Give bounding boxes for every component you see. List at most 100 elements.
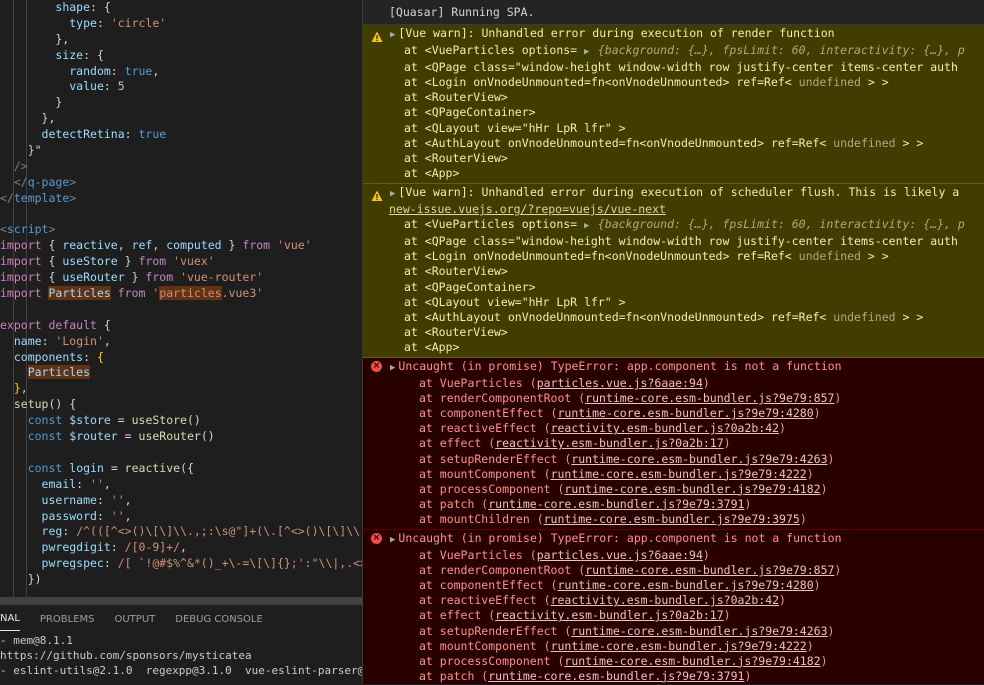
stack-frame: at renderComponentRoot (runtime-core.esm… [363, 563, 984, 578]
code-token: : [83, 349, 97, 364]
issue-link[interactable]: new-issue.vuejs.org/?repo=vuejs/vue-next [389, 202, 666, 216]
stack-frame: at <RouterView> [363, 90, 984, 105]
terminal-line: - eslint-utils@2.1.0 regexpp@3.1.0 vue-e… [0, 664, 398, 677]
source-link[interactable]: reactivity.esm-bundler.js?0a2b:17 [495, 436, 723, 450]
code-token: password [41, 508, 97, 523]
code-token: {background: {…}, fpsLimit: 60, interact… [597, 43, 965, 58]
stack-frame: at mountComponent (runtime-core.esm-bund… [363, 467, 984, 482]
horizontal-scrollbar[interactable] [0, 597, 362, 604]
expand-triangle-icon[interactable]: ▶ [390, 535, 395, 545]
code-token: 'vuex' [173, 254, 215, 269]
code-token: '' [90, 476, 104, 491]
source-link[interactable]: runtime-core.esm-bundler.js?9e79:4222 [551, 639, 807, 653]
tab-nal[interactable]: NAL [0, 607, 20, 631]
tab-problems[interactable]: PROBLEMS [40, 608, 95, 631]
source-link[interactable]: runtime-core.esm-bundler.js?9e79:4182 [564, 482, 820, 496]
source-link[interactable]: runtime-core.esm-bundler.js?9e79:4263 [571, 452, 827, 466]
code-token: = [117, 429, 139, 444]
source-link[interactable]: runtime-core.esm-bundler.js?9e79:3791 [488, 669, 744, 683]
code-token: : [41, 333, 56, 348]
stack-frame: at reactiveEffect (reactivity.esm-bundle… [363, 421, 984, 436]
error-text[interactable]: ▶ Uncaught (in promise) TypeError: app.co… [363, 531, 984, 548]
source-link[interactable]: runtime-core.esm-bundler.js?9e79:4263 [571, 624, 827, 638]
code-line: import { useRouter } from 'vue-router' [0, 270, 362, 286]
tab-debug-console[interactable]: DEBUG CONSOLE [175, 608, 263, 631]
code-token: : [96, 15, 111, 30]
code-line: import { useStore } from 'vuex' [0, 254, 362, 270]
source-link[interactable]: runtime-core.esm-bundler.js?9e79:4182 [564, 654, 820, 668]
code-token: particles [159, 286, 222, 301]
code-line: components: { [0, 350, 362, 366]
code-editor[interactable]: shape: { type: 'circle' }, size: { rando… [0, 0, 362, 604]
source-link[interactable]: runtime-core.esm-bundler.js?9e79:4280 [557, 578, 813, 592]
code-token: pwregdigit [41, 540, 111, 555]
code-token: Particles [48, 286, 111, 301]
error-message: × ▶ Uncaught (in promise) TypeError: app.c… [363, 530, 984, 684]
stack-fn: at patch ( [419, 496, 489, 511]
code-token: 'circle' [110, 15, 167, 30]
code-token: value [69, 79, 104, 94]
stack-fn: at VueParticles ( [419, 548, 537, 563]
code-token: : [103, 79, 118, 94]
code-token: , [152, 63, 160, 78]
source-link[interactable]: reactivity.esm-bundler.js?0a2b:42 [551, 593, 779, 607]
source-link[interactable]: particles.vue.js?6aae:94 [537, 548, 703, 562]
tab-output[interactable]: OUTPUT [114, 608, 155, 631]
code-token: </ [0, 190, 14, 205]
code-line: reg: /^(([^<>()\[\]\\.,;:\s@"]+(\.[^<>()… [0, 524, 362, 540]
code-token: login [69, 460, 104, 475]
warning-text[interactable]: ▶ [Vue warn]: Unhandled error during exec… [363, 26, 984, 43]
stack-frame: at setupRenderEffect (runtime-core.esm-b… [363, 624, 984, 639]
stack-frame: at <App> [363, 340, 984, 355]
source-link[interactable]: reactivity.esm-bundler.js?0a2b:42 [551, 421, 779, 435]
code-token: 5 [117, 79, 125, 94]
code-token: : { [83, 47, 104, 62]
source-link[interactable]: runtime-core.esm-bundler.js?9e79:4222 [551, 467, 807, 481]
source-link[interactable]: runtime-core.esm-bundler.js?9e79:3975 [544, 512, 800, 526]
source-link[interactable]: runtime-core.esm-bundler.js?9e79:857 [585, 563, 834, 577]
stack-end: ) [806, 466, 814, 481]
error-text[interactable]: ▶ Uncaught (in promise) TypeError: app.co… [363, 359, 984, 376]
source-link[interactable]: runtime-core.esm-bundler.js?9e79:857 [585, 391, 834, 405]
code-token: , [103, 333, 111, 348]
source-link[interactable]: runtime-core.esm-bundler.js?9e79:4280 [557, 406, 813, 420]
code-token: Particles [27, 365, 91, 380]
terminal-output[interactable]: - mem@8.1.1 https://github.com/sponsors/m… [0, 633, 398, 678]
code-line: value: 5 [0, 79, 362, 95]
expand-triangle-icon[interactable]: ▶ [390, 363, 395, 373]
stack-end: ) [744, 668, 752, 683]
code-line: pwregspec: /[ `!@#$%^&*()_+\-=\[\]{};':"… [0, 556, 362, 572]
code-token: , [152, 238, 167, 253]
source-link[interactable]: runtime-core.esm-bundler.js?9e79:3791 [488, 497, 744, 511]
stack-frame: at setupRenderEffect (runtime-core.esm-b… [363, 452, 984, 467]
expand-triangle-icon[interactable]: ▶ [390, 189, 395, 199]
devtools-console[interactable]: [Quasar] Running SPA. ▶ [Vue warn]: Unhan… [362, 0, 984, 684]
code-token: script [6, 222, 49, 237]
code-token: () { [48, 397, 77, 412]
stack-fn: at patch ( [419, 668, 489, 683]
code-token: useStore [131, 413, 187, 428]
stack-end: ) [827, 451, 835, 466]
stack-frame: at effect (reactivity.esm-bundler.js?0a2… [363, 608, 984, 623]
code-line: const $store = useStore() [0, 413, 362, 429]
warning-text[interactable]: ▶ [Vue warn]: Unhandled error during exec… [363, 185, 984, 202]
expand-triangle-icon[interactable]: ▶ [390, 30, 395, 40]
stack-frame: at <QLayout view="hHr LpR lfr" > [363, 121, 984, 136]
code-token: const [27, 429, 63, 444]
stack-frame: at <AuthLayout onVnodeUnmounted=fn<onVno… [363, 136, 984, 151]
source-link[interactable]: particles.vue.js?6aae:94 [537, 376, 703, 390]
source-link[interactable]: reactivity.esm-bundler.js?0a2b:17 [495, 608, 723, 622]
stack-end: ) [799, 511, 807, 526]
stack-frame: at reactiveEffect (reactivity.esm-bundle… [363, 593, 984, 608]
stack-fn: at effect ( [419, 608, 496, 623]
code-token: at <RouterView> [404, 150, 508, 165]
code-token: at <RouterView> [404, 90, 508, 105]
